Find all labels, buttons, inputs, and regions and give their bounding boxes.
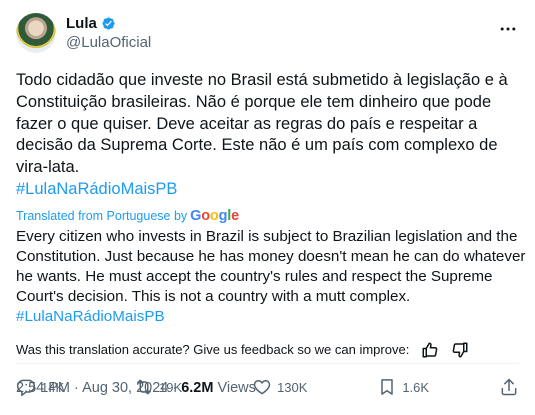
bookmark-button[interactable]: 1.6K [377, 377, 429, 397]
author-info: Lula @LulaOficial [66, 14, 151, 52]
like-count: 130K [277, 379, 308, 395]
tweet-header: Lula @LulaOficial [16, 12, 519, 54]
thumbs-up-icon[interactable] [421, 341, 439, 359]
retweet-count: 19K [159, 379, 183, 395]
feedback-prompt: Was this translation accurate? Give us f… [16, 342, 410, 358]
translation-hashtag-link[interactable]: #LulaNaRádioMaisPB [16, 307, 528, 327]
translation-body: Every citizen who invests in Brazil is s… [16, 227, 526, 305]
thumbs-down-icon[interactable] [451, 341, 469, 359]
reply-button[interactable]: 14K [16, 377, 64, 397]
action-bar: 14K 19K 130K 1.6K [16, 373, 519, 401]
reply-icon [16, 379, 36, 397]
retweet-icon [137, 379, 152, 395]
divider [16, 363, 519, 364]
google-logo: Google [190, 207, 239, 224]
bookmark-count: 1.6K [402, 379, 430, 395]
author-name[interactable]: Lula [66, 14, 97, 33]
author-name-row: Lula [66, 14, 151, 33]
tweet: Lula @LulaOficial Todo cidadão que inves… [0, 0, 535, 415]
heart-icon [253, 380, 271, 395]
hashtag-link[interactable]: #LulaNaRádioMaisPB [16, 179, 526, 201]
translated-from-label: Translated from Portuguese by [16, 208, 188, 223]
translated-text: Every citizen who invests in Brazil is s… [16, 227, 528, 327]
translation-feedback: Was this translation accurate? Give us f… [16, 340, 519, 360]
like-button[interactable]: 130K [252, 377, 307, 397]
bookmark-icon [381, 379, 394, 395]
author-handle[interactable]: @LulaOficial [66, 33, 151, 52]
tweet-text: Todo cidadão que investe no Brasil está … [16, 70, 526, 201]
reply-count: 14K [41, 379, 65, 395]
original-text: Todo cidadão que investe no Brasil está … [16, 71, 508, 177]
avatar[interactable] [16, 13, 56, 53]
verified-badge-icon[interactable] [100, 15, 117, 32]
share-icon [501, 378, 517, 396]
more-options-icon[interactable] [497, 18, 519, 40]
share-button[interactable] [499, 377, 519, 397]
retweet-button[interactable]: 19K [134, 377, 182, 397]
translation-attribution[interactable]: Translated from Portuguese by Google [16, 207, 519, 225]
